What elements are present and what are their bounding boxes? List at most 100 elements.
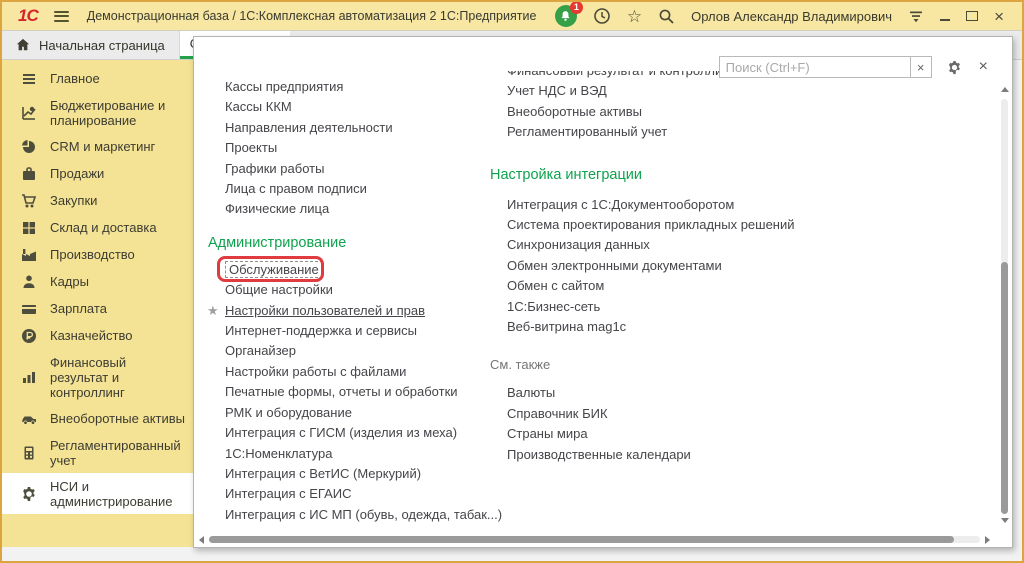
connection-status-button[interactable]	[908, 8, 924, 24]
briefcase-icon	[21, 166, 37, 182]
sidebar-item-budgeting[interactable]: Бюджетирование и планирование	[2, 92, 193, 133]
panel-controls: × ×	[719, 56, 988, 78]
tab-home-page[interactable]: Начальная страница	[2, 31, 180, 59]
link-business-areas[interactable]: Направления деятельности	[208, 118, 502, 138]
minimize-button[interactable]	[940, 11, 950, 21]
horizontal-scroll-thumb[interactable]	[209, 536, 954, 543]
link-site-exchange[interactable]: Обмен с сайтом	[490, 276, 795, 296]
sidebar-item-hr[interactable]: Кадры	[2, 268, 193, 295]
close-window-button[interactable]: ×	[994, 8, 1004, 25]
link-electronic-documents[interactable]: Обмен электронными документами	[490, 256, 795, 276]
search-clear-button[interactable]: ×	[911, 56, 932, 78]
favorites-button[interactable]: ☆	[627, 8, 642, 25]
sidebar-item-purchasing[interactable]: Закупки	[2, 187, 193, 214]
network-icon	[908, 8, 924, 24]
payroll-card-icon	[21, 301, 37, 317]
link-individuals[interactable]: Физические лица	[208, 199, 502, 219]
sidebar-item-regulated-accounting[interactable]: Регламентированный учет	[2, 432, 193, 473]
scroll-up-arrow[interactable]	[1001, 87, 1009, 92]
notifications-button[interactable]: 1	[555, 5, 577, 27]
link-bik-directory[interactable]: Справочник БИК	[490, 404, 795, 424]
link-production-calendars[interactable]: Производственные календари	[490, 445, 795, 465]
link-1c-business-network[interactable]: 1С:Бизнес-сеть	[490, 297, 795, 317]
1c-logo-icon[interactable]: 1С	[18, 6, 38, 26]
history-button[interactable]	[593, 7, 611, 25]
link-vat-foreign-trade[interactable]: Учет НДС и ВЭД	[490, 81, 795, 101]
sidebar-item-financial-result[interactable]: Финансовый результат и контроллинг	[2, 349, 193, 405]
link-ismp-integration[interactable]: Интеграция с ИС МП (обувь, одежда, табак…	[208, 505, 502, 525]
section-header-administration: Администрирование	[208, 233, 502, 253]
link-signatories[interactable]: Лица с правом подписи	[208, 179, 502, 199]
link-maintenance[interactable]: Обслуживание	[208, 260, 502, 280]
sidebar-item-treasury[interactable]: Казначейство	[2, 322, 193, 349]
current-user[interactable]: Орлов Александр Владимирович	[691, 9, 892, 24]
link-user-rights-settings[interactable]: ★ Настройки пользователей и прав	[208, 301, 502, 321]
link-label: Настройки пользователей и прав	[225, 303, 425, 318]
title-bar: 1С Демонстрационная база / 1С:Комплексна…	[2, 2, 1022, 30]
link-1c-nomenclature[interactable]: 1С:Номенклатура	[208, 444, 502, 464]
sidebar-item-label: Регламентированный учет	[50, 438, 187, 468]
scroll-left-arrow[interactable]	[199, 536, 204, 544]
vertical-scrollbar[interactable]	[1000, 87, 1009, 523]
panel-content: Кассы предприятия Кассы ККМ Направления …	[194, 71, 996, 531]
sidebar-item-warehouse[interactable]: Склад и доставка	[2, 214, 193, 241]
panel-close-button[interactable]: ×	[979, 59, 988, 75]
sidebar-item-fixed-assets[interactable]: Внеоборотные активы	[2, 405, 193, 432]
favorite-star-icon[interactable]: ★	[207, 301, 219, 321]
horizontal-scrollbar[interactable]	[199, 535, 990, 544]
panel-column-1: Кассы предприятия Кассы ККМ Направления …	[208, 77, 502, 525]
link-world-countries[interactable]: Страны мира	[490, 424, 795, 444]
link-1c-document-flow[interactable]: Интеграция с 1С:Документооборотом	[490, 195, 795, 215]
clock-icon	[593, 7, 611, 25]
link-data-sync[interactable]: Синхронизация данных	[490, 235, 795, 255]
sidebar-item-payroll[interactable]: Зарплата	[2, 295, 193, 322]
person-icon	[21, 274, 37, 290]
vertical-scroll-thumb[interactable]	[1001, 262, 1008, 514]
sidebar-item-production[interactable]: Производство	[2, 241, 193, 268]
sidebar-item-label: Кадры	[50, 274, 89, 289]
link-design-system[interactable]: Система проектирования прикладных решени…	[490, 215, 795, 235]
link-enterprise-cash-desks[interactable]: Кассы предприятия	[208, 77, 502, 97]
link-gism-integration[interactable]: Интеграция с ГИСМ (изделия из меха)	[208, 423, 502, 443]
titlebar-actions: 1 ☆ Орлов Александр Владимирович ×	[547, 5, 1012, 27]
sidebar-item-main[interactable]: Главное	[2, 65, 193, 92]
link-regulated-accounting[interactable]: Регламентированный учет	[490, 122, 795, 142]
link-web-showcase[interactable]: Веб-витрина mag1c	[490, 317, 795, 337]
panel-settings-button[interactable]	[947, 60, 962, 75]
sidebar-item-nsi-administration[interactable]: НСИ и администрирование	[2, 473, 193, 514]
link-file-settings[interactable]: Настройки работы с файлами	[208, 362, 502, 382]
maximize-button[interactable]	[966, 11, 978, 21]
link-egais-integration[interactable]: Интеграция с ЕГАИС	[208, 484, 502, 504]
link-rmk-equipment[interactable]: РМК и оборудование	[208, 403, 502, 423]
sidebar-item-label: Зарплата	[50, 301, 107, 316]
sidebar-item-label: Закупки	[50, 193, 97, 208]
sidebar-item-label: Казначейство	[50, 328, 132, 343]
planning-chart-icon	[21, 105, 37, 121]
scroll-right-arrow[interactable]	[985, 536, 990, 544]
ruble-coin-icon	[21, 328, 37, 344]
app-window: 1С Демонстрационная база / 1С:Комплексна…	[0, 0, 1024, 563]
link-currencies[interactable]: Валюты	[490, 383, 795, 403]
link-projects[interactable]: Проекты	[208, 138, 502, 158]
global-search-button[interactable]	[658, 8, 675, 25]
sidebar-item-sales[interactable]: Продажи	[2, 160, 193, 187]
sidebar-item-crm[interactable]: CRM и маркетинг	[2, 133, 193, 160]
link-noncurrent-assets[interactable]: Внеоборотные активы	[490, 102, 795, 122]
maintenance-focus-box: Обслуживание	[225, 261, 323, 278]
scroll-down-arrow[interactable]	[1001, 518, 1009, 523]
sidebar-item-label: Внеоборотные активы	[50, 411, 185, 426]
link-general-settings[interactable]: Общие настройки	[208, 280, 502, 300]
home-icon	[16, 38, 30, 52]
search-icon	[658, 8, 675, 25]
link-vetis-integration[interactable]: Интеграция с ВетИС (Меркурий)	[208, 464, 502, 484]
hamburger-menu-icon[interactable]	[54, 8, 69, 24]
link-organizer[interactable]: Органайзер	[208, 341, 502, 361]
link-internet-support[interactable]: Интернет-поддержка и сервисы	[208, 321, 502, 341]
grid-icon	[21, 220, 37, 236]
pie-chart-icon	[21, 139, 37, 155]
link-kkm-cash-desks[interactable]: Кассы ККМ	[208, 97, 502, 117]
link-work-schedules[interactable]: Графики работы	[208, 159, 502, 179]
link-print-forms-reports[interactable]: Печатные формы, отчеты и обработки	[208, 382, 502, 402]
see-also-header: См. также	[490, 356, 795, 374]
search-input[interactable]	[719, 56, 911, 78]
